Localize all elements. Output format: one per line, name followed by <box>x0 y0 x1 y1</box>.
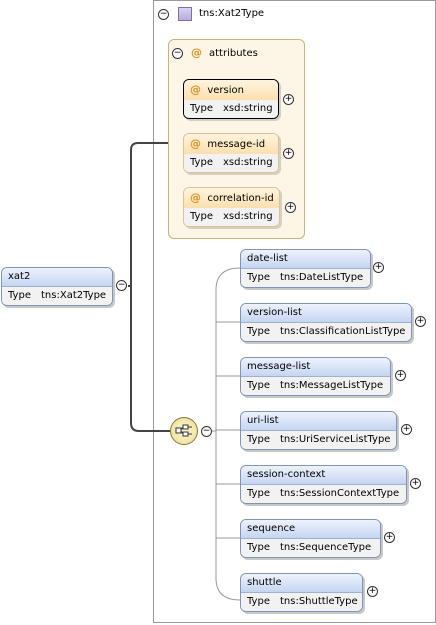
collapse-icon[interactable]: − <box>158 9 169 20</box>
root-element-xat2[interactable]: xat2 Type tns:Xat2Type <box>1 267 113 306</box>
element-name: sequence <box>241 520 380 539</box>
element-name: date-list <box>241 250 370 269</box>
type-value: tns:Xat2Type <box>41 290 107 301</box>
expand-icon[interactable]: + <box>401 424 412 435</box>
type-key: Type <box>190 103 213 114</box>
type-value: tns:SessionContextType <box>280 488 400 499</box>
attribute-icon: @ <box>190 191 201 204</box>
attribute-message-id[interactable]: @ message-id Type xsd:string <box>183 133 279 173</box>
attribute-name: message-id <box>207 139 266 150</box>
element-name: shuttle <box>241 574 362 593</box>
type-value: tns:ClassificationListType <box>280 326 406 337</box>
collapse-icon[interactable]: − <box>201 426 212 437</box>
type-value: xsd:string <box>223 157 273 168</box>
type-key: Type <box>247 488 270 499</box>
type-value: tns:UriServiceListType <box>280 434 391 445</box>
attributes-label: attributes <box>209 48 258 59</box>
type-key: Type <box>247 542 270 553</box>
element-uri-list[interactable]: uri-list Type tns:UriServiceListType <box>240 411 397 450</box>
type-key: Type <box>190 211 213 222</box>
element-version-list[interactable]: version-list Type tns:ClassificationListT… <box>240 303 412 342</box>
type-key: Type <box>190 157 213 168</box>
attribute-icon: @ <box>191 46 202 59</box>
expand-icon[interactable]: + <box>285 202 296 213</box>
type-value: tns:ShuttleType <box>280 596 358 607</box>
attribute-version[interactable]: @ version Type xsd:string <box>183 79 279 119</box>
element-message-list[interactable]: message-list Type tns:MessageListType <box>240 357 391 396</box>
attribute-correlation-id[interactable]: @ correlation-id Type xsd:string <box>183 187 280 227</box>
type-key: Type <box>247 596 270 607</box>
expand-icon[interactable]: + <box>373 262 384 273</box>
type-value: tns:MessageListType <box>280 380 384 391</box>
element-date-list[interactable]: date-list Type tns:DateListType <box>240 249 371 288</box>
element-name: version-list <box>241 304 411 323</box>
expand-icon[interactable]: + <box>283 148 294 159</box>
type-key: Type <box>247 326 270 337</box>
complex-type-name: tns:Xat2Type <box>199 8 265 19</box>
expand-icon[interactable]: + <box>384 532 395 543</box>
type-value: xsd:string <box>223 103 273 114</box>
type-value: xsd:string <box>223 211 273 222</box>
type-key: Type <box>247 434 270 445</box>
collapse-icon[interactable]: − <box>116 280 127 291</box>
expand-icon[interactable]: + <box>395 370 406 381</box>
type-value: tns:DateListType <box>280 272 364 283</box>
attribute-icon: @ <box>190 137 201 150</box>
element-name: uri-list <box>241 412 396 431</box>
element-name: message-list <box>241 358 390 377</box>
type-key: Type <box>247 380 270 391</box>
element-shuttle[interactable]: shuttle Type tns:ShuttleType <box>240 573 363 612</box>
expand-icon[interactable]: + <box>415 316 426 327</box>
collapse-icon[interactable]: − <box>172 48 183 59</box>
attribute-icon: @ <box>190 83 201 96</box>
expand-icon[interactable]: + <box>283 94 294 105</box>
element-name: xat2 <box>2 268 112 287</box>
expand-icon[interactable]: + <box>410 478 421 489</box>
element-name: session-context <box>241 466 406 485</box>
element-session-context[interactable]: session-context Type tns:SessionContextTy… <box>240 465 407 504</box>
type-value: tns:SequenceType <box>280 542 372 553</box>
expand-icon[interactable]: + <box>367 586 378 597</box>
type-key: Type <box>247 272 270 283</box>
sequence-compositor-icon[interactable] <box>170 417 198 445</box>
element-sequence[interactable]: sequence Type tns:SequenceType <box>240 519 381 558</box>
complex-type-icon <box>178 7 192 21</box>
attribute-name: version <box>207 85 244 96</box>
type-key: Type <box>8 290 31 301</box>
attribute-name: correlation-id <box>207 193 274 204</box>
